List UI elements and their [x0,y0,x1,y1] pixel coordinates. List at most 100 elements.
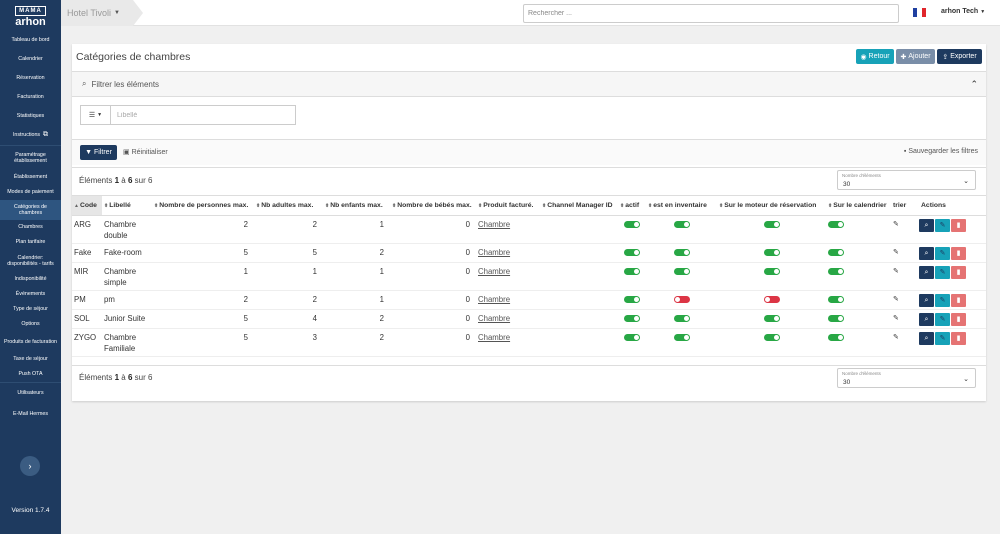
sidebar-item[interactable]: Produits de facturation [0,332,61,352]
sidebar-item[interactable]: Statistiques [0,107,61,126]
sidebar-item[interactable]: Chambres [0,220,61,235]
toggle-booking-engine[interactable] [763,221,780,228]
sidebar-item[interactable]: Type de séjour [0,302,61,317]
sidebar-item[interactable]: Réservation [0,69,61,88]
table-row[interactable]: ZYGO Chambre Familiale 5 3 2 0 Chambre ✎ ⌕ ✎ ▮ [72,328,986,357]
column-header[interactable]: trier [891,195,919,216]
sidebar-item[interactable]: Push OTA [0,367,61,382]
table-row[interactable]: ARG Chambre double 2 2 1 0 Chambre ✎ ⌕ ✎ ▮ [72,215,986,244]
edit-button[interactable]: ✎ [935,266,950,279]
filter-button[interactable]: ▼ Filtrer [80,145,117,160]
toggle-booking-engine[interactable] [763,296,780,303]
toggle-booking-engine[interactable] [763,249,780,256]
column-header[interactable]: ⬍Nb adultes max. [254,195,323,216]
column-header[interactable]: ⬍Produit facturé. [476,195,540,216]
toggle-calendar[interactable] [828,315,844,322]
export-button[interactable]: ⇪ Exporter [937,49,982,64]
table-row[interactable]: Fake Fake-room 5 5 2 0 Chambre ✎ ⌕ ✎ ▮ [72,243,986,263]
delete-button[interactable]: ▮ [951,247,966,260]
sidebar-expand-button[interactable]: › [20,456,40,476]
sidebar-item[interactable]: Options [0,317,61,332]
toggle-active[interactable] [624,296,640,303]
view-button[interactable]: ⌕ [919,219,934,232]
column-header[interactable]: ⬍Nombre de personnes max. [152,195,254,216]
toggle-booking-engine[interactable] [763,315,780,322]
add-button[interactable]: ✚ Ajouter [896,49,935,64]
column-header[interactable]: ⬍Nombre de bébés max. [390,195,476,216]
edit-button[interactable]: ✎ [935,332,950,345]
view-button[interactable]: ⌕ [919,294,934,307]
back-button[interactable]: ◉ Retour [856,49,894,64]
sidebar-item[interactable]: Établissement [0,170,61,185]
delete-button[interactable]: ▮ [951,294,966,307]
view-button[interactable]: ⌕ [919,247,934,260]
product-link[interactable]: Chambre [478,220,510,229]
column-header[interactable]: ⬍Sur le moteur de réservation [717,195,826,216]
sidebar-item[interactable]: Modes de paiement [0,185,61,200]
delete-button[interactable]: ▮ [951,219,966,232]
sort-order-field[interactable]: ✎ [893,219,917,230]
toggle-inventory[interactable] [673,315,690,322]
edit-button[interactable]: ✎ [935,294,950,307]
column-header[interactable]: ▲Code [72,195,102,216]
sidebar-item[interactable]: Calendrier: disponibilités - tarifs [0,250,61,272]
toggle-booking-engine[interactable] [763,268,780,275]
sidebar-item[interactable]: Catégories de chambres [0,200,61,220]
items-per-page-select[interactable]: Nombre d'éléments 30 ⌄ [837,170,976,190]
delete-button[interactable]: ▮ [951,266,966,279]
delete-button[interactable]: ▮ [951,332,966,345]
view-button[interactable]: ⌕ [919,332,934,345]
save-filters-button[interactable]: ▪ Sauvegarder les filtres [904,148,978,155]
logo[interactable]: MAMA arhon [0,0,61,30]
column-header[interactable]: ⬍actif [618,195,646,216]
product-link[interactable]: Chambre [478,333,510,342]
sidebar-item[interactable]: E-Mail Hermes [0,404,61,424]
sidebar-item[interactable]: Paramétrage établissement [0,145,61,170]
column-header[interactable]: ⬍Sur le calendrier [826,195,891,216]
product-link[interactable]: Chambre [478,314,510,323]
label-filter-input[interactable] [110,105,296,125]
sort-order-field[interactable]: ✎ [893,294,917,305]
toggle-booking-engine[interactable] [763,334,780,341]
toggle-active[interactable] [624,334,640,341]
edit-button[interactable]: ✎ [935,219,950,232]
chevron-up-icon[interactable]: ⌃ [970,79,978,90]
filter-operator-select[interactable]: ☰ ▼ [80,105,110,125]
toggle-active[interactable] [624,249,640,256]
sidebar-item[interactable]: Indisponibilité [0,272,61,287]
sort-order-field[interactable]: ✎ [893,332,917,343]
sidebar-item[interactable]: Facturation [0,88,61,107]
sort-order-field[interactable]: ✎ [893,313,917,324]
table-row[interactable]: SOL Junior Suite 5 4 2 0 Chambre ✎ ⌕ ✎ ▮ [72,309,986,329]
hotel-selector[interactable]: Hotel Tivoli ▼ [61,0,133,26]
toggle-inventory[interactable] [673,334,690,341]
sidebar-item[interactable]: Instructions ⧉ [0,126,61,145]
toggle-inventory[interactable] [673,249,690,256]
global-search-input[interactable] [523,4,899,23]
toggle-active[interactable] [624,268,640,275]
edit-button[interactable]: ✎ [935,247,950,260]
user-menu[interactable]: arhon Tech ▼ [941,8,985,15]
items-per-page-select-bottom[interactable]: Nombre d'éléments 30 ⌄ [837,368,976,388]
column-header[interactable]: ⬍est en inventaire [646,195,717,216]
french-flag-icon[interactable] [913,8,926,17]
reset-button[interactable]: ▣ Réinitialiser [123,148,168,156]
view-button[interactable]: ⌕ [919,266,934,279]
filter-header[interactable]: ⌕ Filtrer les éléments ⌃ [72,72,986,97]
view-button[interactable]: ⌕ [919,313,934,326]
sidebar-item[interactable]: Plan tarifaire [0,235,61,250]
toggle-inventory[interactable] [673,296,690,303]
toggle-calendar[interactable] [828,268,844,275]
delete-button[interactable]: ▮ [951,313,966,326]
toggle-inventory[interactable] [673,268,690,275]
sidebar-item[interactable]: Calendrier [0,50,61,69]
table-row[interactable]: PM pm 2 2 1 0 Chambre ✎ ⌕ ✎ ▮ [72,290,986,310]
column-header[interactable]: ⬍Nb enfants max. [323,195,390,216]
column-header[interactable]: ⬍Libellé [102,195,152,216]
sidebar-item[interactable]: Tableau de bord [0,30,61,50]
column-header[interactable]: ⬍Channel Manager ID [540,195,618,216]
product-link[interactable]: Chambre [478,248,510,257]
sidebar-item[interactable]: Événements [0,287,61,302]
toggle-calendar[interactable] [828,249,844,256]
table-row[interactable]: MIR Chambre simple 1 1 1 0 Chambre ✎ ⌕ ✎ ▮ [72,262,986,291]
